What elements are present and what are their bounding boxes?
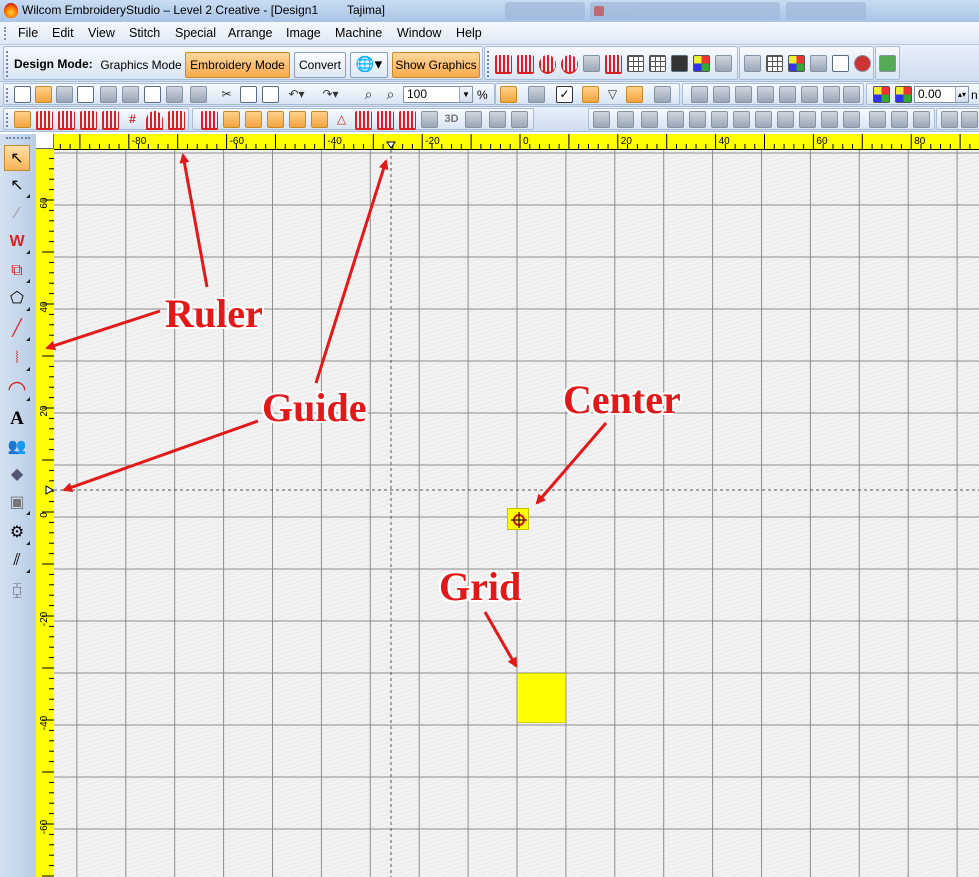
annotation-ruler: Ruler [165, 291, 263, 336]
grid-arrow [483, 611, 518, 668]
ruler-arrow-left [45, 309, 161, 351]
ruler-arrow-top [179, 153, 209, 288]
annotation-arrows [45, 153, 608, 668]
annotation-center: Center [563, 377, 681, 422]
guide-arrow-top [314, 159, 389, 384]
center-arrow [535, 422, 608, 505]
guide-arrow-left [62, 419, 259, 493]
annotation-grid: Grid [439, 564, 522, 609]
annotation-guide: Guide [262, 385, 367, 430]
